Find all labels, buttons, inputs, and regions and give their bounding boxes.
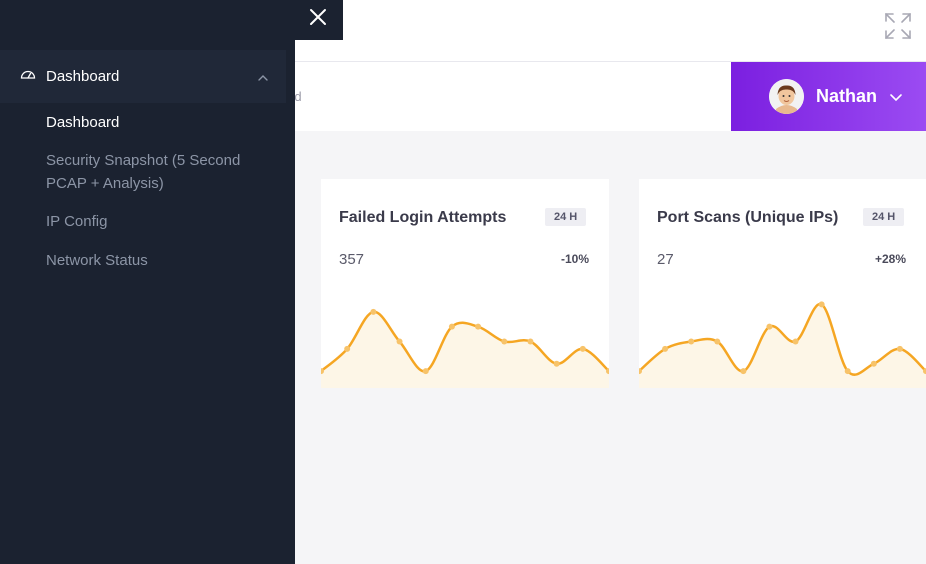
sparkline-point: [714, 338, 721, 345]
user-name[interactable]: Nathan: [816, 86, 877, 107]
sidebar-item-network-status[interactable]: Network Status: [46, 249, 276, 272]
sparkline-point: [766, 323, 773, 330]
chevron-down-icon[interactable]: [889, 90, 903, 104]
fullscreen-icon[interactable]: [884, 12, 912, 40]
sparkline-point: [501, 338, 508, 345]
sidebar: Dashboard Dashboard Security Snapshot (5…: [0, 0, 343, 564]
card-title: Port Scans (Unique IPs): [657, 209, 839, 226]
sidebar-item-dashboard[interactable]: Dashboard: [46, 111, 276, 134]
sparkline-point: [448, 323, 455, 330]
sparkline-point: [527, 338, 534, 345]
card-value: 27: [657, 251, 674, 268]
sidebar-item-security-snapshot[interactable]: Security Snapshot (5 Second PCAP + Analy…: [46, 149, 276, 195]
sidebar-section-dashboard[interactable]: Dashboard: [0, 50, 286, 103]
sparkline-chart: [321, 308, 609, 388]
failed-login-card: Failed Login Attempts 24 H 357 -10%: [321, 179, 609, 388]
sparkline-area: [639, 303, 926, 388]
sparkline-point: [818, 301, 825, 308]
sparkline-point: [844, 368, 851, 375]
card-title: Failed Login Attempts: [339, 209, 507, 226]
user-menu[interactable]: Nathan: [731, 62, 926, 131]
sparkline-point: [896, 345, 903, 352]
sparkline-point: [740, 368, 747, 375]
sparkline-point: [370, 308, 377, 315]
sidebar-section-label: Dashboard: [46, 68, 120, 85]
avatar[interactable]: [769, 79, 804, 114]
card-value: 357: [339, 251, 365, 268]
close-icon[interactable]: [306, 5, 330, 29]
sparkline-point: [579, 345, 586, 352]
port-scans-card: Port Scans (Unique IPs) 24 H 27 +28%: [639, 179, 926, 388]
sparkline-point: [662, 345, 669, 352]
sparkline-point: [792, 338, 799, 345]
sparkline-point: [396, 338, 403, 345]
time-range-badge: 24 H: [863, 208, 905, 226]
sparkline-point: [870, 360, 877, 367]
dashboard-gauge-icon: [20, 70, 36, 79]
sparkline-point: [422, 368, 429, 375]
sparkline-point: [475, 323, 482, 330]
time-range-badge: 24 H: [545, 208, 587, 226]
chevron-up-icon[interactable]: [257, 72, 269, 84]
sparkline-point: [553, 360, 560, 367]
card-change: -10%: [560, 252, 589, 266]
sparkline-chart: [639, 301, 926, 388]
sidebar-header: [0, 0, 343, 40]
sparkline-point: [344, 345, 351, 352]
sidebar-item-ip-config[interactable]: IP Config: [46, 210, 276, 233]
card-change: +28%: [874, 252, 906, 266]
sparkline-point: [688, 338, 695, 345]
